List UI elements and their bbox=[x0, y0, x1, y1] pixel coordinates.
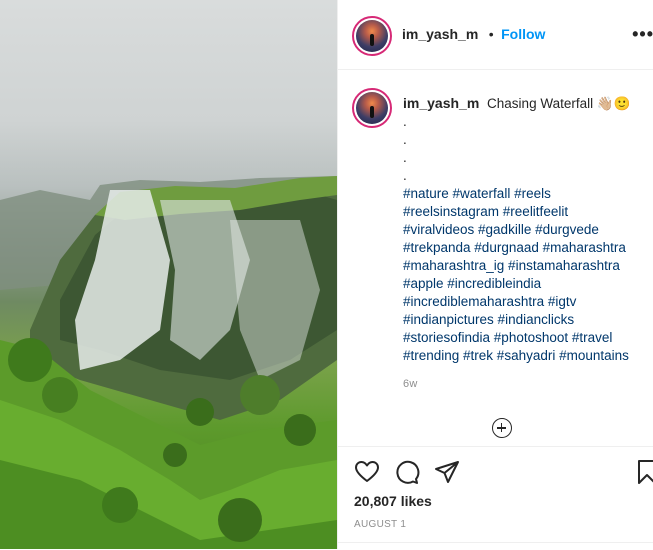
comment-icon[interactable] bbox=[394, 459, 420, 485]
caption-dot: . bbox=[403, 114, 407, 129]
plus-circle-icon[interactable] bbox=[492, 418, 512, 438]
more-options-icon[interactable]: ••• bbox=[632, 24, 653, 45]
caption-text: Chasing Waterfall 👋🏼🙂 bbox=[487, 96, 631, 111]
caption-username[interactable]: im_yash_m bbox=[403, 95, 479, 111]
hashtag-line[interactable]: #nature #waterfall #reels bbox=[403, 185, 648, 203]
post-actions-section: 20,807 likes AUGUST 1 bbox=[338, 446, 653, 550]
hashtag-line[interactable]: #apple #incredibleindia bbox=[403, 275, 648, 293]
post-media-image[interactable] bbox=[0, 0, 337, 549]
bookmark-icon[interactable] bbox=[634, 459, 653, 485]
post-header: im_yash_m • Follow ••• bbox=[338, 0, 653, 70]
post-date[interactable]: AUGUST 1 bbox=[354, 519, 406, 530]
likes-count[interactable]: 20,807 likes bbox=[354, 493, 432, 509]
header-username[interactable]: im_yash_m bbox=[402, 26, 478, 42]
hashtag-line[interactable]: #trekpanda #durgnaad #maharashtra bbox=[403, 239, 648, 257]
divider bbox=[338, 542, 653, 543]
heart-icon[interactable] bbox=[354, 459, 380, 485]
caption-avatar[interactable] bbox=[352, 88, 392, 128]
avatar-image bbox=[356, 20, 388, 52]
hashtag-line[interactable]: #trending #trek #sahyadri #mountains bbox=[403, 347, 648, 365]
hashtag-line[interactable]: #indianpictures #indianclicks bbox=[403, 311, 648, 329]
caption-dot: . bbox=[403, 150, 407, 165]
caption-header: im_yash_m Chasing Waterfall 👋🏼🙂 bbox=[403, 94, 648, 113]
avatar[interactable] bbox=[352, 16, 392, 56]
hashtag-line[interactable]: #reelsinstagram #reelitfeelit bbox=[403, 203, 648, 221]
post-side-panel: im_yash_m • Follow ••• im_yash_m Chasing… bbox=[337, 0, 653, 549]
hashtag-line[interactable]: #viralvideos #gadkille #durgvede bbox=[403, 221, 648, 239]
caption-dot: . bbox=[403, 168, 407, 183]
follow-button[interactable]: Follow bbox=[501, 26, 545, 42]
waterfall-landscape bbox=[0, 176, 337, 549]
hashtag-line[interactable]: #incrediblemaharashtra #igtv bbox=[403, 293, 648, 311]
post-caption: im_yash_m Chasing Waterfall 👋🏼🙂 . . . . … bbox=[403, 94, 648, 365]
header-user-row: im_yash_m • Follow bbox=[402, 26, 545, 44]
caption-dot: . bbox=[403, 132, 407, 147]
hashtag-line[interactable]: #maharashtra_ig #instamaharashtra bbox=[403, 257, 648, 275]
share-icon[interactable] bbox=[434, 459, 460, 485]
separator-dot: • bbox=[488, 26, 494, 42]
hashtag-line[interactable]: #storiesofindia #photoshoot #travel bbox=[403, 329, 648, 347]
caption-time-ago[interactable]: 6w bbox=[403, 378, 417, 390]
avatar-image bbox=[356, 92, 388, 124]
